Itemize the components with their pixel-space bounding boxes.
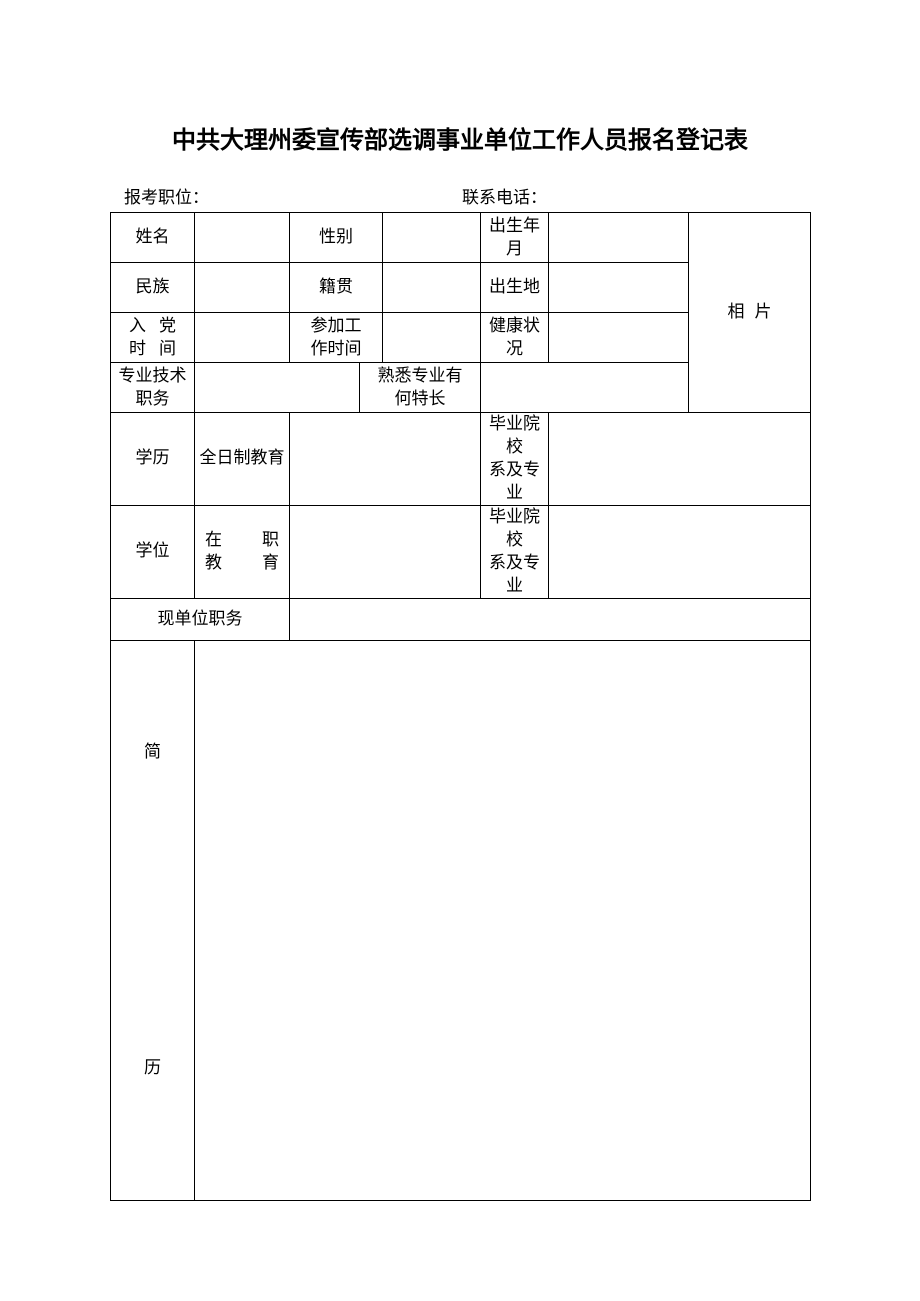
label-onjob: 在职 教育 [195,505,290,598]
value-birth[interactable] [549,213,689,263]
label-origin: 籍贯 [290,263,383,313]
value-specialty[interactable] [481,363,689,413]
label-worktime: 参加工 作时间 [290,313,383,363]
label-birth: 出生年月 [481,213,549,263]
value-party-time[interactable] [195,313,290,363]
label-health: 健康状况 [481,313,549,363]
label-resume: 简 历 [111,640,195,1200]
value-current-position[interactable] [290,598,811,640]
value-fulltime-school[interactable] [549,413,811,506]
label-edu-xueli: 学历 [111,413,195,506]
value-name[interactable] [195,213,290,263]
phone-label: 联系电话： [462,188,547,207]
value-protitle[interactable] [195,363,360,413]
label-gradschool-2: 毕业院校 系及专业 [481,505,549,598]
exam-position-label: 报考职位： [124,188,209,207]
label-birthplace: 出生地 [481,263,549,313]
value-ethnic[interactable] [195,263,290,313]
value-birthplace[interactable] [549,263,689,313]
value-onjob-degree[interactable] [290,505,481,598]
label-name: 姓名 [111,213,195,263]
value-onjob-school[interactable] [549,505,811,598]
value-gender[interactable] [383,213,481,263]
photo-label: 相片 [718,302,782,321]
page-title: 中共大理州委宣传部选调事业单位工作人员报名登记表 [110,120,810,155]
label-party-time: 入党 时间 [111,313,195,363]
label-gender: 性别 [290,213,383,263]
value-resume[interactable] [195,640,811,1200]
label-gradschool-1: 毕业院校 系及专业 [481,413,549,506]
label-edu-xuewei: 学位 [111,505,195,598]
label-specialty: 熟悉专业有 何特长 [360,363,481,413]
header-line: 报考职位： 联系电话： [124,183,800,208]
label-current-position: 现单位职务 [111,598,290,640]
registration-form-table: 姓名 性别 出生年月 相片 民族 籍贯 出生地 入党 时间 [110,212,811,1201]
value-fulltime-degree[interactable] [290,413,481,506]
label-protitle: 专业技术 职务 [111,363,195,413]
label-fulltime: 全日制教育 [195,413,290,506]
value-health[interactable] [549,313,689,363]
label-ethnic: 民族 [111,263,195,313]
photo-cell[interactable]: 相片 [689,213,811,413]
value-worktime[interactable] [383,313,481,363]
value-origin[interactable] [383,263,481,313]
